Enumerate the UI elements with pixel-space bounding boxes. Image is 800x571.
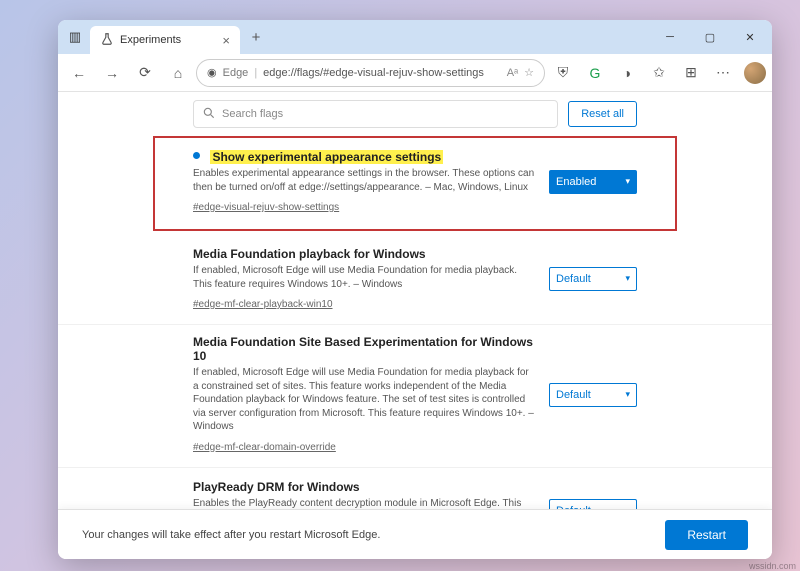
chevron-down-icon: ▾: [625, 176, 630, 187]
flag-row: Media Foundation playback for Windows If…: [58, 235, 772, 325]
flask-icon: [100, 32, 114, 49]
flag-title: Media Foundation Site Based Experimentat…: [193, 335, 535, 363]
address-url: edge://flags/#edge-visual-rejuv-show-set…: [263, 67, 484, 79]
back-button[interactable]: ←: [64, 58, 94, 88]
flag-description: Enables experimental appearance settings…: [193, 167, 535, 194]
flag-select[interactable]: Default ▾: [549, 267, 637, 291]
flag-title: PlayReady DRM for Windows: [193, 480, 360, 494]
flags-list: Show experimental appearance settings En…: [58, 136, 772, 559]
search-input[interactable]: Search flags: [193, 100, 558, 128]
maximize-button[interactable]: ▢: [690, 20, 730, 54]
titlebar: ▥ Experiments × + ─ ▢ ✕: [58, 20, 772, 54]
flag-body: Show experimental appearance settings En…: [193, 148, 535, 215]
flag-title-line: Media Foundation Site Based Experimentat…: [193, 335, 535, 366]
page-content: Search flags Reset all Show experimental…: [58, 92, 772, 559]
flag-row: Show experimental appearance settings En…: [153, 136, 677, 231]
reset-all-button[interactable]: Reset all: [568, 101, 637, 127]
search-placeholder: Search flags: [222, 108, 283, 120]
extension-icon[interactable]: ◑: [612, 58, 642, 88]
flag-anchor-link[interactable]: #edge-visual-rejuv-show-settings: [193, 202, 339, 213]
footer-message: Your changes will take effect after you …: [82, 529, 380, 541]
favorite-icon[interactable]: ☆: [524, 66, 534, 79]
restart-footer: Your changes will take effect after you …: [58, 509, 772, 559]
close-button[interactable]: ✕: [730, 20, 770, 54]
home-button[interactable]: ⌂: [163, 58, 193, 88]
favorites-icon[interactable]: ✩: [644, 58, 674, 88]
tab-close-icon[interactable]: ×: [222, 33, 230, 48]
toolbar: ← → ⟳ ⌂ ◉ Edge | edge://flags/#edge-visu…: [58, 54, 772, 92]
flag-description: If enabled, Microsoft Edge will use Medi…: [193, 366, 535, 434]
flag-anchor-link[interactable]: #edge-mf-clear-playback-win10: [193, 299, 333, 310]
chevron-down-icon: ▾: [625, 273, 630, 284]
flag-select[interactable]: Enabled ▾: [549, 170, 637, 194]
forward-button[interactable]: →: [97, 58, 127, 88]
flags-topbar: Search flags Reset all: [58, 92, 772, 136]
flag-title: Media Foundation playback for Windows: [193, 247, 426, 261]
flag-control: Default ▾: [549, 335, 637, 455]
text-size-icon[interactable]: Aᵃ: [507, 67, 518, 79]
window-controls: ─ ▢ ✕: [650, 20, 770, 54]
collections-icon[interactable]: ⊞: [676, 58, 706, 88]
sidebar-toggle-icon[interactable]: ▥: [60, 22, 90, 52]
flag-select-value: Enabled: [556, 176, 596, 188]
flag-description: If enabled, Microsoft Edge will use Medi…: [193, 264, 535, 291]
menu-icon[interactable]: ⋯: [708, 58, 738, 88]
flag-row: Media Foundation Site Based Experimentat…: [58, 325, 772, 468]
shield-icon[interactable]: ⛨: [548, 58, 578, 88]
edge-icon: ◉: [207, 66, 217, 79]
address-engine: Edge: [223, 67, 249, 79]
extension-g-icon[interactable]: G: [580, 58, 610, 88]
minimize-button[interactable]: ─: [650, 20, 690, 54]
flag-select-value: Default: [556, 273, 591, 285]
flag-title-line: Show experimental appearance settings: [193, 148, 535, 167]
new-tab-button[interactable]: +: [242, 23, 270, 51]
flag-select[interactable]: Default ▾: [549, 383, 637, 407]
flag-body: Media Foundation playback for Windows If…: [193, 245, 535, 312]
modified-dot-icon: [193, 152, 200, 159]
refresh-button[interactable]: ⟳: [130, 58, 160, 88]
avatar[interactable]: [744, 62, 766, 84]
flag-title: Show experimental appearance settings: [210, 150, 443, 164]
flag-title-line: PlayReady DRM for Windows: [193, 478, 535, 497]
flag-body: Media Foundation Site Based Experimentat…: [193, 335, 535, 455]
flag-control: Enabled ▾: [549, 148, 637, 215]
tab-title: Experiments: [120, 34, 181, 46]
restart-button[interactable]: Restart: [665, 520, 748, 550]
flag-control: Default ▾: [549, 245, 637, 312]
flag-anchor-link[interactable]: #edge-mf-clear-domain-override: [193, 442, 336, 453]
browser-tab[interactable]: Experiments ×: [90, 26, 240, 54]
address-bar[interactable]: ◉ Edge | edge://flags/#edge-visual-rejuv…: [196, 59, 545, 87]
watermark: wssidn.com: [749, 561, 796, 571]
flag-select-value: Default: [556, 389, 591, 401]
search-icon: [202, 106, 216, 123]
chevron-down-icon: ▾: [625, 389, 630, 400]
browser-window: ▥ Experiments × + ─ ▢ ✕ ← → ⟳ ⌂ ◉ Edge |…: [58, 20, 772, 559]
flag-title-line: Media Foundation playback for Windows: [193, 245, 535, 264]
